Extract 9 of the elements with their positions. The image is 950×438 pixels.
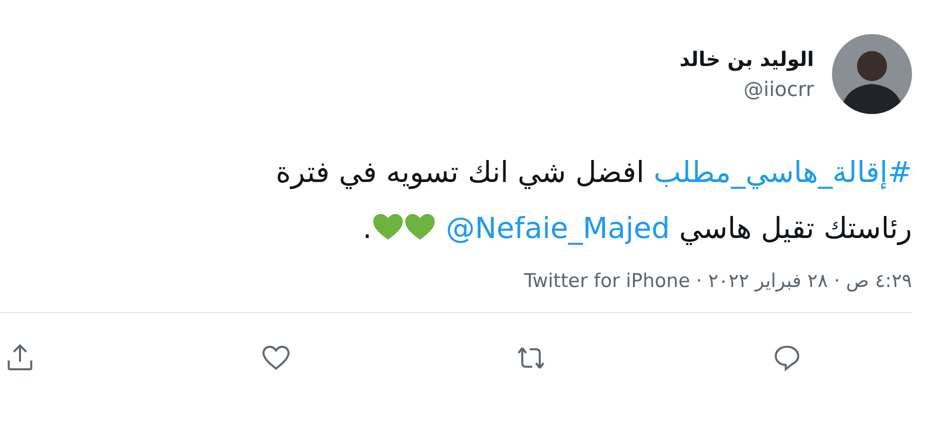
share-icon[interactable] xyxy=(5,343,36,373)
author-handle: @iiocrr xyxy=(742,77,814,101)
hashtag-link[interactable]: #إقالة_هاسي_مطلب xyxy=(654,155,912,189)
reply-icon[interactable] xyxy=(772,343,802,373)
heart-icon xyxy=(372,214,403,241)
heart-icon xyxy=(404,214,435,241)
author-name: الوليد بن خالد xyxy=(679,47,814,71)
mention-link[interactable]: @Nefaie_Majed xyxy=(446,211,670,245)
tweet-timestamp: ٤:٢٩ ص · ٢٨ فبراير ٢٠٢٢ · Twitter for iPhone xyxy=(522,270,912,292)
